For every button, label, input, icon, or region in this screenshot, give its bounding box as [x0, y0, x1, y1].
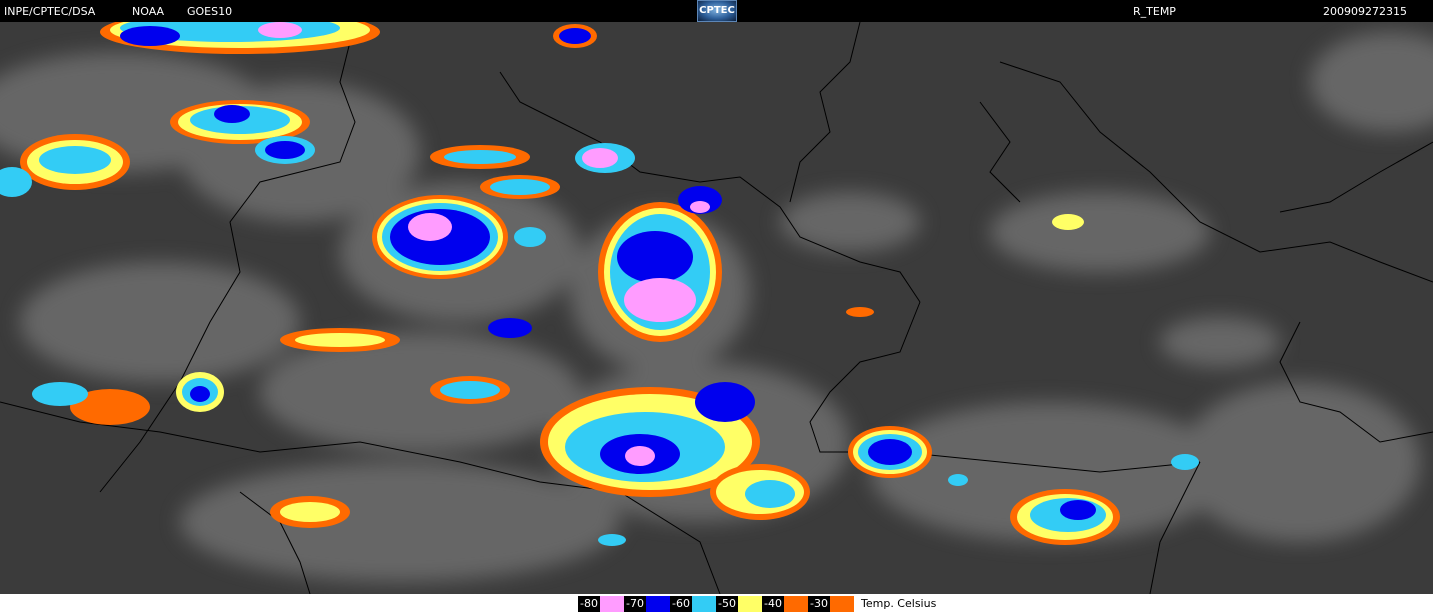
legend-label: -60	[670, 596, 692, 612]
satellite-label: GOES10	[187, 5, 233, 18]
header-bar: INPE/CPTEC/DSA NOAA GOES10 CPTEC R_TEMP …	[0, 0, 1433, 22]
satellite-image	[0, 22, 1433, 594]
legend-label: -30	[808, 596, 830, 612]
legend-swatch	[646, 596, 670, 612]
legend-swatch	[600, 596, 624, 612]
agency-label: INPE/CPTEC/DSA	[4, 5, 96, 18]
legend-label: -40	[762, 596, 784, 612]
legend-label: -80	[578, 596, 600, 612]
legend-label: -50	[716, 596, 738, 612]
timestamp-label: 200909272315	[1323, 5, 1407, 18]
legend-swatch	[830, 596, 854, 612]
source-label: NOAA	[132, 5, 165, 18]
legend-swatch	[738, 596, 762, 612]
cptec-logo: CPTEC	[697, 0, 737, 22]
product-label: R_TEMP	[1133, 5, 1176, 18]
legend-swatch	[784, 596, 808, 612]
satellite-map-svg	[0, 22, 1433, 594]
legend-unit-label: Temp. Celsius	[861, 597, 937, 610]
legend-swatch	[692, 596, 716, 612]
temperature-legend: -80 -70 -60 -50 -40 -30 Temp. Celsius	[0, 594, 1433, 614]
legend-label: -70	[624, 596, 646, 612]
